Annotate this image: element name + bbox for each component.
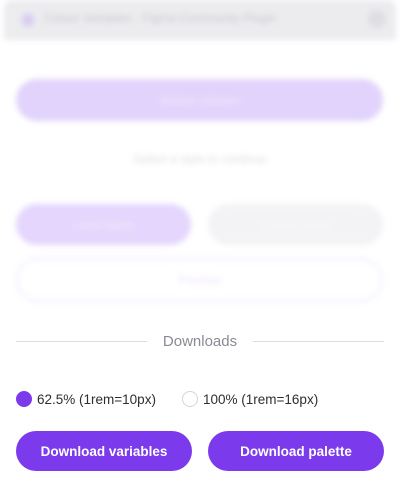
plugin-title-bar: Colour Variables · Figma Community Plugi… <box>4 0 396 40</box>
unit-option-100[interactable]: 100% (1rem=16px) <box>182 389 318 409</box>
unit-option-label: 62.5% (1rem=10px) <box>37 391 156 407</box>
download-palette-button[interactable]: Download palette <box>208 431 384 471</box>
local-styles-button[interactable]: Local styles <box>16 204 191 245</box>
preview-button[interactable]: Preview <box>16 258 383 302</box>
plugin-icon <box>22 14 34 26</box>
download-variables-button[interactable]: Download variables <box>16 431 192 471</box>
unit-option-label: 100% (1rem=16px) <box>203 391 319 407</box>
radio-unchecked-icon[interactable] <box>182 391 198 407</box>
close-icon[interactable] <box>368 10 386 28</box>
downloads-divider: Downloads <box>16 330 384 352</box>
helper-note: Select a style to continue <box>133 152 267 166</box>
blurred-background: Colour Variables · Figma Community Plugi… <box>0 0 400 310</box>
divider-line-left <box>16 340 147 342</box>
library-styles-button[interactable]: Library styles <box>208 204 383 245</box>
downloads-title: Downloads <box>162 332 238 350</box>
divider-line-right <box>253 340 384 342</box>
unit-option-62-5[interactable]: 62.5% (1rem=10px) <box>16 389 156 409</box>
radio-checked-icon[interactable] <box>16 391 32 407</box>
plugin-title: Colour Variables · Figma Community Plugi… <box>44 11 277 25</box>
select-colours-button[interactable]: Select colours <box>16 79 383 121</box>
